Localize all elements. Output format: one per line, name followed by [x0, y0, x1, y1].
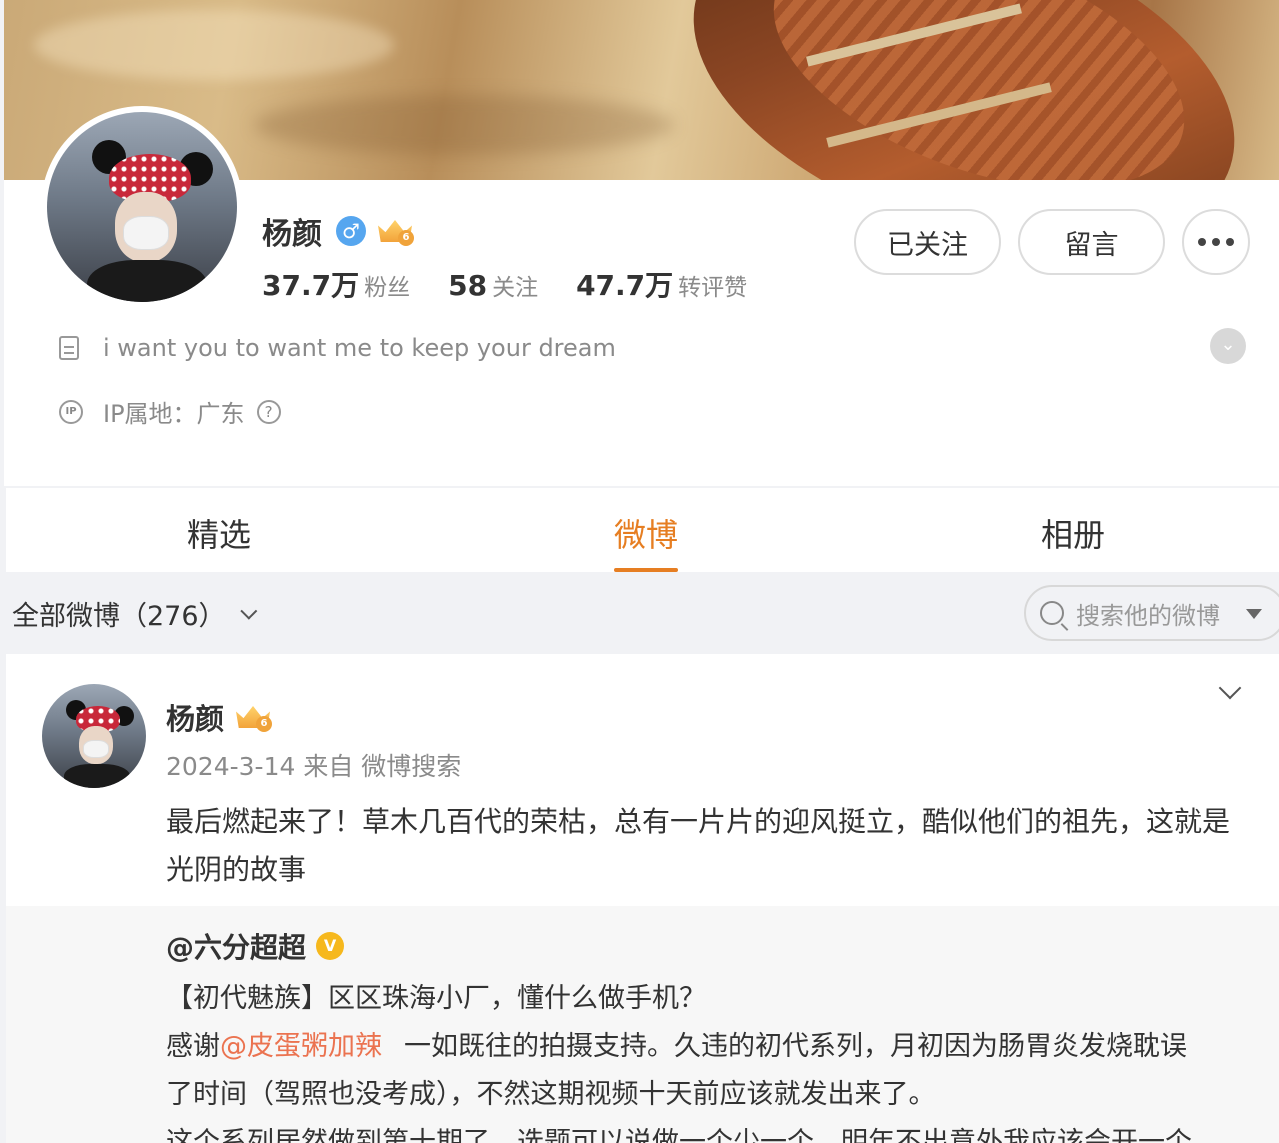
verified-icon: V: [316, 932, 345, 960]
more-button[interactable]: [1182, 209, 1250, 275]
profile-tabs: 精选 微博 相册: [6, 488, 1279, 572]
search-dropdown-caret-icon[interactable]: [1246, 609, 1262, 619]
tab-featured[interactable]: 精选: [187, 510, 251, 556]
gender-icon: ♂: [336, 216, 366, 246]
retweet-text-line: 了时间（驾照也没考成），不然这期视频十天前应该就发出来了。: [166, 1079, 936, 1110]
followed-button[interactable]: 已关注: [854, 209, 1001, 275]
document-icon: [59, 336, 79, 360]
profile-ip-location: IP IP属地：广东 ?: [59, 394, 281, 429]
vip-crown-icon[interactable]: 6: [234, 702, 273, 732]
post-filter-dropdown[interactable]: 全部微博（276）: [12, 594, 257, 633]
vip-crown-icon[interactable]: 6: [376, 216, 414, 246]
retweet-text-line: 【初代魅族】区区珠海小厂，懂什么做手机？: [166, 983, 706, 1014]
tab-album[interactable]: 相册: [1041, 510, 1105, 556]
post-meta[interactable]: 2024-3-14 来自 微博搜索: [166, 747, 461, 783]
more-icon: [1198, 238, 1234, 246]
stat-followers[interactable]: 37.7万 粉丝: [262, 264, 410, 304]
page-root: 杨颜 ♂ 6 37.7万 粉丝 58 关注 47.7万 转评赞 已关注 留言 i…: [0, 0, 1279, 1143]
post-options-chevron-icon[interactable]: [1218, 676, 1242, 700]
stat-following[interactable]: 58 关注: [448, 268, 538, 302]
active-tab-indicator: [614, 568, 678, 572]
retweet-text-line: 感谢@皮蛋粥加辣 一如既往的拍摄支持。久违的初代系列，月初因为肠胃炎发烧耽误: [166, 1031, 1187, 1062]
post-text: 最后燃起来了！草木几百代的荣枯，总有一片片的迎风挺立，酷似他们的祖先，这就是光阴…: [166, 805, 1231, 886]
profile-avatar[interactable]: [41, 106, 243, 308]
chevron-down-icon: [239, 602, 257, 620]
ip-icon: IP: [59, 399, 83, 424]
stat-interactions[interactable]: 47.7万 转评赞: [576, 264, 747, 304]
search-icon: [1040, 601, 1064, 625]
description-text: i want you to want me to keep your dream: [103, 334, 616, 362]
tab-weibo[interactable]: 微博: [614, 510, 678, 556]
post-author-row: 杨颜 6: [166, 696, 273, 738]
profile-name-row: 杨颜 ♂ 6: [262, 209, 414, 253]
profile-stats: 37.7万 粉丝 58 关注 47.7万 转评赞: [262, 264, 785, 304]
profile-card: 杨颜 ♂ 6 37.7万 粉丝 58 关注 47.7万 转评赞 已关注 留言 i…: [4, 0, 1279, 486]
retweet-card[interactable]: @六分超超 V 【初代魅族】区区珠海小厂，懂什么做手机？ 感谢@皮蛋粥加辣 一如既…: [6, 906, 1279, 1143]
retweet-author-name[interactable]: @六分超超: [166, 926, 306, 966]
profile-name: 杨颜: [262, 217, 322, 252]
retweet-text-line: 这个系列居然做到第十期了，选题可以说做一个少一个，明年不出意外我应该会开一个: [166, 1127, 1192, 1143]
message-button[interactable]: 留言: [1018, 209, 1165, 275]
retweet-author-row: @六分超超 V: [166, 926, 345, 966]
post-author-name[interactable]: 杨颜: [166, 696, 224, 738]
post-author-avatar[interactable]: [42, 684, 146, 788]
profile-description: i want you to want me to keep your dream: [59, 334, 616, 362]
help-icon[interactable]: ?: [256, 399, 281, 424]
post-card: 杨颜 6 2024-3-14 来自 微博搜索 最后燃起来了！草木几百代的荣枯，总…: [6, 654, 1279, 1143]
mention-link[interactable]: @皮蛋粥加辣: [220, 1031, 382, 1062]
search-placeholder: 搜索他的微博: [1076, 601, 1220, 630]
search-posts-input[interactable]: 搜索他的微博: [1024, 585, 1279, 641]
expand-icon[interactable]: ⌄: [1210, 328, 1246, 364]
ip-location-text: IP属地：广东: [103, 400, 245, 428]
post-filter-label: 全部微博（276）: [12, 601, 226, 632]
